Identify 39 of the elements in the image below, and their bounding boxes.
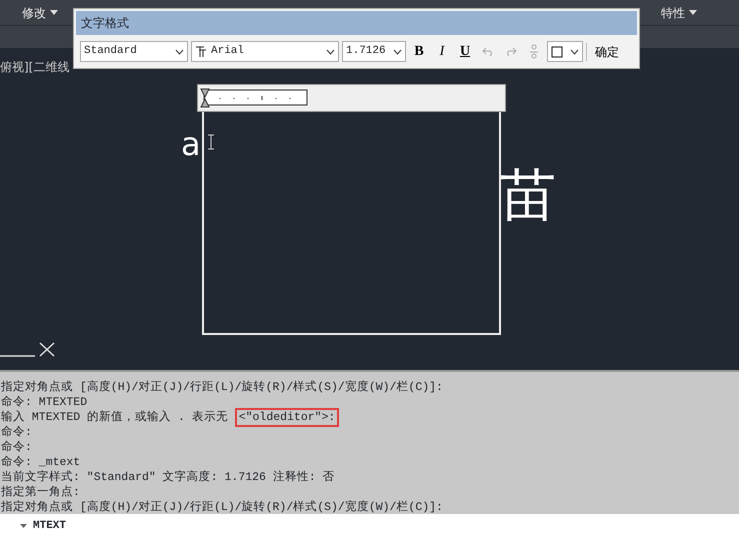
undo-icon: [482, 46, 494, 56]
caret-icon: [50, 10, 58, 15]
viewport-label[interactable]: 俯视][二维线: [0, 58, 70, 76]
history-line: 指定对角点或 [高度(H)/对正(J)/行距(L)/旋转(R)/样式(S)/宽度(W)/栏(C)]:: [1, 381, 443, 394]
chevron-icon: [570, 48, 579, 54]
underline-button[interactable]: U: [455, 41, 475, 62]
color-swatch-icon: [551, 46, 563, 58]
chevron-icon: [393, 48, 402, 54]
ok-button[interactable]: 确定: [586, 42, 627, 60]
caret-icon: [689, 10, 697, 15]
highlighted-text: <"oldeditor">:: [234, 408, 340, 427]
caret-icon: [20, 524, 27, 528]
history-line: 命令:: [1, 426, 32, 439]
dialog-title: 文字格式: [76, 11, 637, 35]
canvas-text: 苗: [500, 168, 556, 224]
history-line: 当前文字样式: "Standard" 文字高度: 1.7126 注释性: 否: [1, 471, 335, 484]
history-line: 输入 MTEXTED 的新值，或输入 . 表示无: [1, 411, 229, 424]
color-dropdown[interactable]: [547, 41, 583, 62]
style-dropdown[interactable]: Standard: [80, 41, 188, 62]
menu-button[interactable]: 修改: [16, 4, 64, 22]
font-type-icon: [195, 46, 207, 58]
ruler-scale-icon: [200, 88, 308, 108]
redo-icon: [505, 46, 517, 56]
stack-fraction-icon: [529, 44, 539, 60]
canvas-text: a: [181, 128, 201, 160]
history-line: 命令:: [1, 441, 32, 454]
history-line: 命令: MTEXTED: [1, 396, 88, 409]
chevron-icon: [326, 48, 335, 54]
font-dropdown[interactable]: Arial: [191, 41, 339, 62]
menu-button[interactable]: 特性: [655, 4, 703, 22]
text-cursor-icon: [207, 134, 215, 150]
bold-button[interactable]: B: [409, 41, 429, 62]
history-line: 指定对角点或 [高度(H)/对正(J)/行距(L)/旋转(R)/样式(S)/宽度(W)/栏(C)]:: [1, 501, 443, 514]
italic-button[interactable]: I: [432, 41, 452, 62]
chevron-icon: [175, 48, 184, 54]
history-line: 指定第一角点:: [1, 486, 80, 499]
height-dropdown[interactable]: 1.7126: [342, 41, 406, 62]
ucs-icon: [0, 341, 56, 357]
history-line: 命令: _mtext: [1, 456, 80, 469]
